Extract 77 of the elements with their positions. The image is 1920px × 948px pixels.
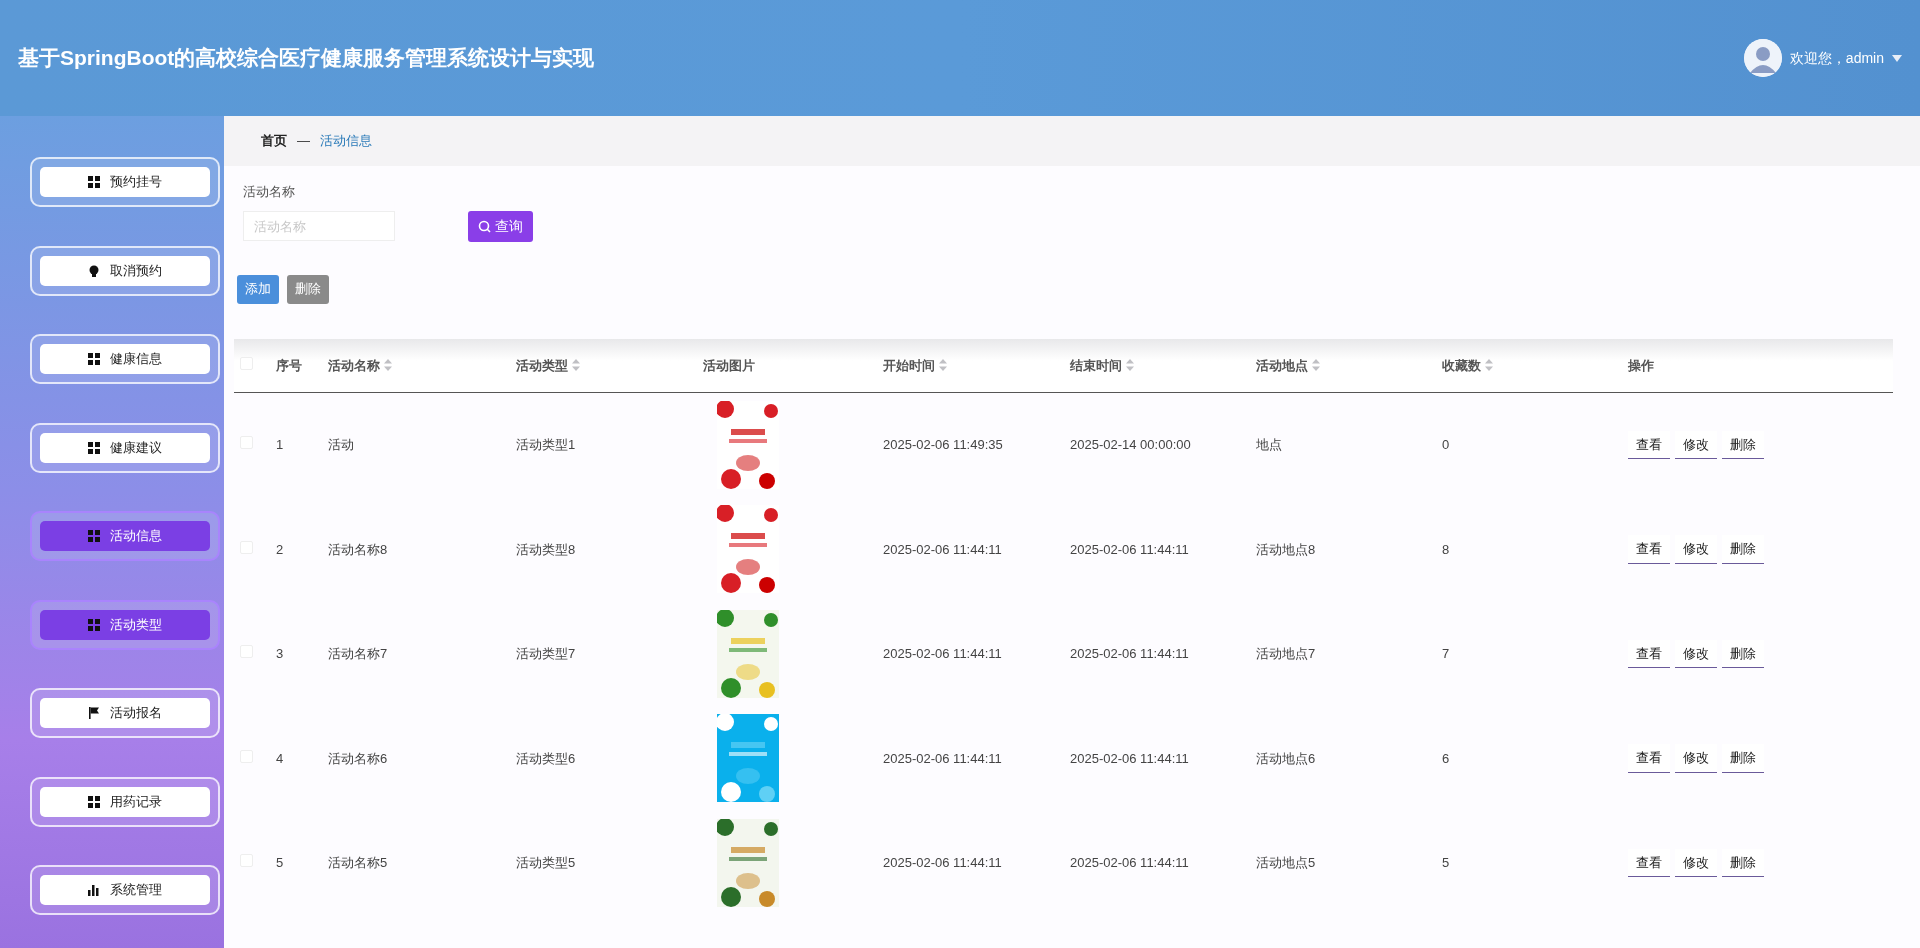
- breadcrumb-separator: —: [297, 132, 310, 151]
- table-cell: 8: [1442, 541, 1450, 557]
- sort-icon: [572, 358, 580, 371]
- menu-item[interactable]: 健康信息: [30, 334, 220, 384]
- sort-icon: [1312, 358, 1320, 371]
- sort-icon: [1485, 358, 1493, 371]
- table-cell: 0: [1442, 437, 1450, 453]
- search-button[interactable]: 查询: [468, 210, 533, 242]
- menu-item[interactable]: 取消预约: [30, 245, 220, 296]
- table-cell: 活动类型5: [516, 855, 576, 870]
- table-cell: 活动地点6: [1256, 750, 1316, 766]
- table-cell: 2025-02-06 11:44:11: [1070, 541, 1189, 557]
- table-cell: 2025-02-06 11:44:11: [883, 750, 1002, 766]
- column-header[interactable]: 开始时间: [883, 357, 947, 373]
- column-header[interactable]: 活动名称: [328, 357, 392, 373]
- flag-icon: [88, 707, 100, 719]
- table-cell: 2025-02-06 11:44:11: [1070, 646, 1189, 661]
- field-label: 活动名称: [243, 183, 296, 201]
- grid-icon: [88, 795, 100, 808]
- column-header: 序号: [276, 357, 302, 373]
- table-cell: 活动地点5: [1256, 855, 1316, 870]
- table-cell: 2025-02-06 11:49:35: [883, 437, 1003, 453]
- column-header[interactable]: 活动类型: [516, 357, 580, 373]
- menu-item[interactable]: 预约挂号: [30, 157, 220, 207]
- table-cell: 活动名称5: [328, 855, 388, 870]
- table-cell: 5: [1442, 855, 1450, 870]
- table-cell: 活动类型6: [516, 750, 576, 766]
- column-header[interactable]: 收藏数: [1442, 357, 1493, 373]
- table-cell: 活动类型7: [516, 646, 576, 661]
- table-cell: 活动: [328, 437, 354, 453]
- avatar-icon[interactable]: [1743, 39, 1782, 77]
- grid-icon: [88, 353, 100, 365]
- grid-icon: [88, 618, 100, 631]
- table-cell: 活动名称7: [328, 646, 388, 661]
- caret-icon[interactable]: [1892, 54, 1902, 62]
- table-cell: 活动名称6: [328, 750, 388, 766]
- app-title: 基于SpringBoot的高校综合医疗健康服务管理系统设计与实现: [18, 45, 595, 72]
- table-cell: 3: [276, 646, 284, 661]
- menu-item[interactable]: 活动类型: [30, 599, 220, 650]
- table-cell: 2: [276, 541, 284, 557]
- menu-item[interactable]: 系统管理: [30, 865, 220, 915]
- table-cell: 2025-02-06 11:44:11: [1070, 855, 1189, 870]
- table-cell: 活动地点7: [1256, 646, 1316, 661]
- table-cell: 活动名称8: [328, 541, 388, 557]
- table-cell: 7: [1442, 646, 1450, 661]
- sort-icon: [384, 358, 392, 371]
- table-cell: 2025-02-06 11:44:11: [1070, 750, 1189, 766]
- grid-icon: [88, 530, 100, 542]
- table-cell: 活动类型8: [516, 541, 576, 557]
- table-cell: 2025-02-06 11:44:11: [883, 855, 1002, 870]
- breadcrumb-home[interactable]: 首页: [261, 131, 287, 151]
- table-cell: 5: [276, 855, 284, 870]
- breadcrumb-current[interactable]: 活动信息: [320, 131, 372, 151]
- menu-item[interactable]: 活动信息: [30, 511, 220, 561]
- table-cell: 6: [1442, 750, 1450, 766]
- grid-icon: [88, 441, 100, 454]
- menu-item[interactable]: 健康建议: [30, 422, 220, 473]
- menu-item[interactable]: 活动报名: [30, 688, 220, 738]
- table-cell: 2025-02-06 11:44:11: [883, 541, 1002, 557]
- search-icon: [478, 219, 491, 233]
- table-cell: 4: [276, 750, 284, 766]
- column-header: 活动图片: [703, 357, 755, 373]
- table-cell: 地点: [1256, 437, 1282, 453]
- bulb-icon: [88, 264, 100, 277]
- menu-item[interactable]: 用药记录: [30, 776, 220, 827]
- column-header[interactable]: 结束时间: [1070, 357, 1134, 373]
- table-cell: 2025-02-06 11:44:11: [883, 646, 1002, 661]
- table-cell: 活动类型1: [516, 437, 576, 453]
- column-header[interactable]: 活动地点: [1256, 357, 1320, 373]
- chart-icon: [88, 884, 100, 896]
- grid-icon: [88, 176, 100, 188]
- table-cell: 活动地点8: [1256, 541, 1316, 557]
- sort-icon: [1126, 358, 1134, 371]
- table-cell: 1: [276, 437, 284, 453]
- table-cell: 2025-02-14 00:00:00: [1070, 437, 1191, 453]
- sort-icon: [939, 358, 947, 371]
- column-header: 操作: [1628, 357, 1654, 373]
